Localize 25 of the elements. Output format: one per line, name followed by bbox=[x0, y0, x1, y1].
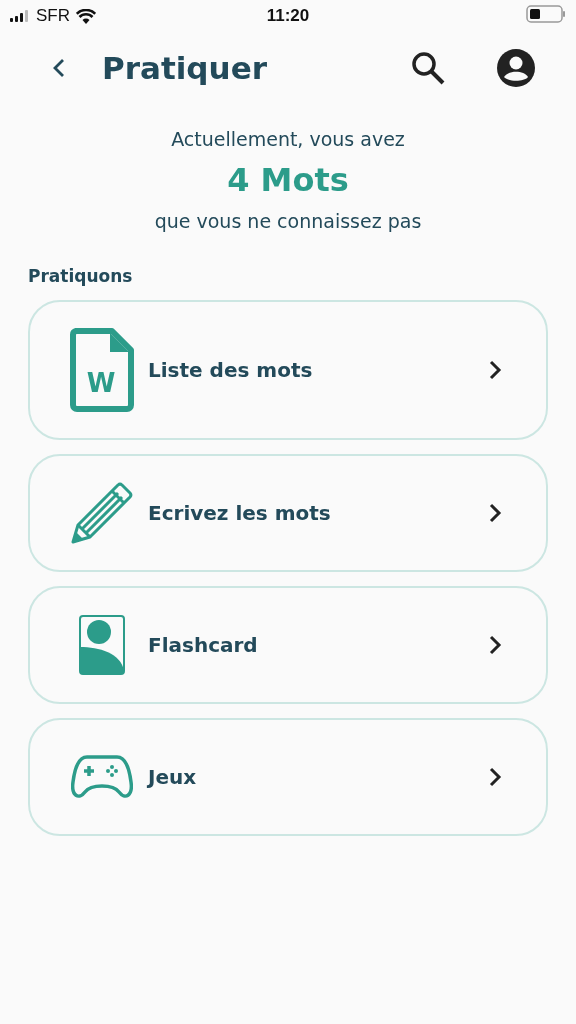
summary-text: que vous ne connaissez pas bbox=[153, 209, 423, 234]
battery-icon bbox=[526, 4, 566, 23]
signal-icon bbox=[10, 10, 30, 22]
practice-card[interactable]: W Liste des mots bbox=[28, 300, 548, 440]
wifi-icon bbox=[76, 8, 96, 24]
document-icon: W bbox=[70, 328, 134, 412]
chevron-icon bbox=[488, 359, 502, 381]
summary-text: Actuellement, vous avez bbox=[170, 127, 406, 152]
chevron-icon bbox=[488, 634, 502, 656]
carrier-name: SFR bbox=[36, 6, 70, 26]
pencil-icon bbox=[70, 481, 134, 545]
word-count: 4 Mots bbox=[226, 160, 350, 201]
gamepad-icon bbox=[71, 754, 133, 800]
profile-button[interactable] bbox=[496, 48, 536, 88]
chevron-icon bbox=[488, 766, 502, 788]
practice-card[interactable]: Flashcard bbox=[28, 586, 548, 704]
search-button[interactable] bbox=[410, 50, 446, 86]
section-title: Pratiquons bbox=[28, 266, 134, 286]
chevron-icon bbox=[488, 502, 502, 524]
practice-card[interactable]: Ecrivez les mots bbox=[28, 454, 548, 572]
profile-card-icon bbox=[79, 615, 125, 675]
practice-card[interactable]: Jeux bbox=[28, 718, 548, 836]
clock-time: 11:20 bbox=[266, 6, 310, 26]
page-title: Pratiquer bbox=[102, 50, 267, 86]
back-button[interactable] bbox=[52, 58, 66, 78]
